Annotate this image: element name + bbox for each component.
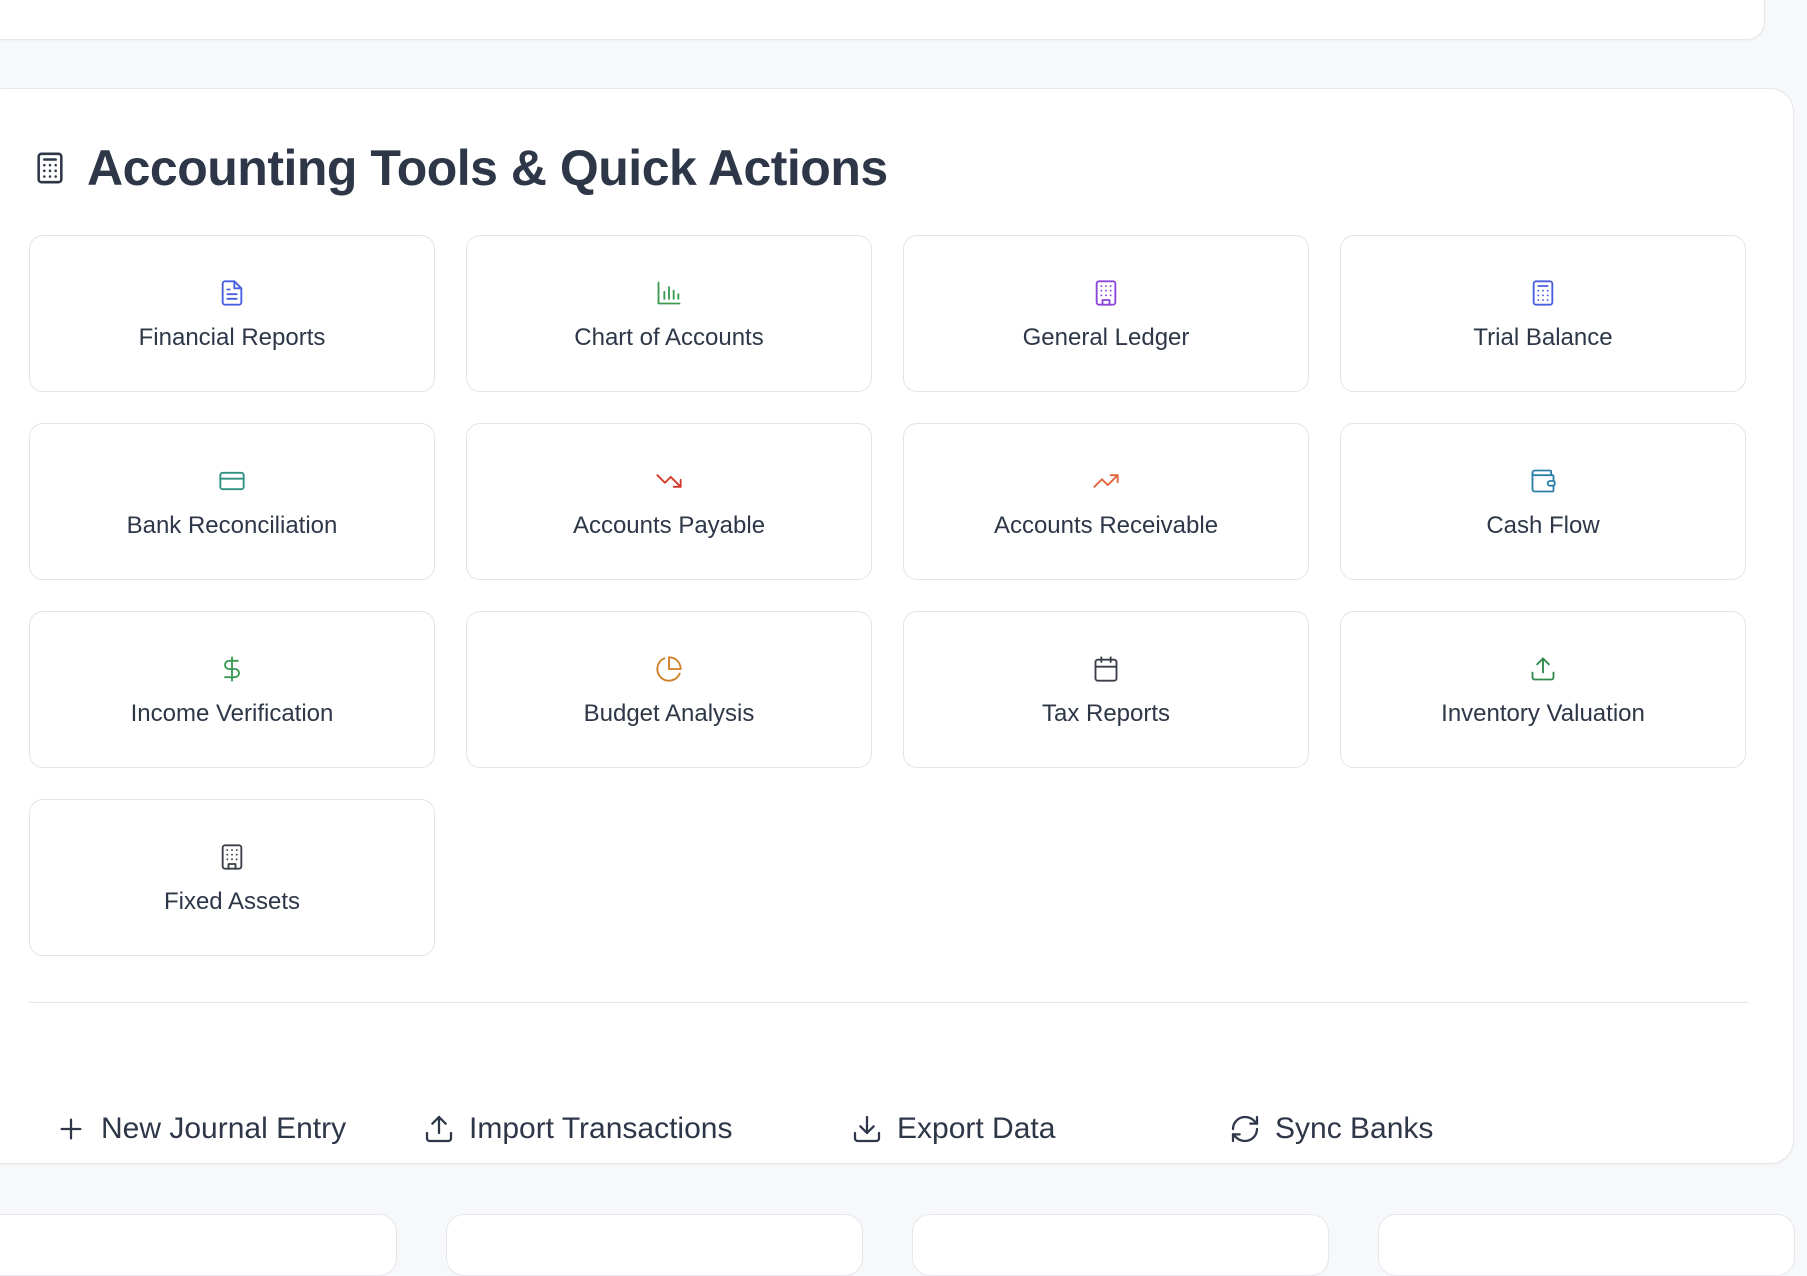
building-icon	[1092, 279, 1120, 307]
file-text-icon	[218, 279, 246, 307]
tools-grid: Financial Reports Chart of Accounts Genera…	[29, 235, 1749, 956]
tool-label: Cash Flow	[1486, 512, 1600, 539]
tool-label: Budget Analysis	[583, 700, 755, 727]
tool-label: Bank Reconciliation	[126, 512, 338, 539]
pie-chart-icon	[655, 655, 683, 683]
refresh-icon	[1229, 1113, 1261, 1145]
tool-card-bank-reconciliation[interactable]: Bank Reconciliation	[29, 423, 435, 580]
tool-card-accounts-payable[interactable]: Accounts Payable	[466, 423, 872, 580]
dollar-sign-icon	[218, 655, 246, 683]
section-header: Accounting Tools & Quick Actions	[33, 133, 888, 203]
action-label: Import Transactions	[469, 1112, 733, 1145]
tool-label: Accounts Payable	[572, 512, 766, 539]
tool-card-income-verification[interactable]: Income Verification	[29, 611, 435, 768]
tool-label: Fixed Assets	[163, 888, 301, 915]
tool-card-accounts-receivable[interactable]: Accounts Receivable	[903, 423, 1309, 580]
new-journal-entry-button[interactable]: New Journal Entry	[55, 1109, 346, 1149]
sync-banks-button[interactable]: Sync Banks	[1229, 1109, 1433, 1149]
top-card	[0, 0, 1765, 40]
building-icon	[218, 843, 246, 871]
tool-label: Chart of Accounts	[574, 324, 764, 351]
tool-card-trial-balance[interactable]: Trial Balance	[1340, 235, 1746, 392]
tool-card-cash-flow[interactable]: Cash Flow	[1340, 423, 1746, 580]
wallet-icon	[1529, 467, 1557, 495]
tool-card-tax-reports[interactable]: Tax Reports	[903, 611, 1309, 768]
bottom-card	[446, 1214, 863, 1276]
tool-card-chart-of-accounts[interactable]: Chart of Accounts	[466, 235, 872, 392]
calculator-icon	[1529, 279, 1557, 307]
tool-label: Financial Reports	[138, 324, 326, 351]
accounting-tools-card: Accounting Tools & Quick Actions Financi…	[0, 88, 1794, 1164]
tool-label: Income Verification	[130, 700, 334, 727]
download-icon	[851, 1113, 883, 1145]
credit-card-icon	[218, 467, 246, 495]
tool-label: Accounts Receivable	[993, 512, 1219, 539]
page-title: Accounting Tools & Quick Actions	[87, 140, 888, 196]
tool-card-inventory-valuation[interactable]: Inventory Valuation	[1340, 611, 1746, 768]
upload-icon	[1529, 655, 1557, 683]
export-data-button[interactable]: Export Data	[851, 1109, 1055, 1149]
trending-down-icon	[655, 467, 683, 495]
plus-icon	[55, 1113, 87, 1145]
bottom-card	[0, 1214, 397, 1276]
bottom-card	[912, 1214, 1329, 1276]
tool-label: General Ledger	[1022, 324, 1190, 351]
action-label: New Journal Entry	[101, 1112, 347, 1145]
tool-card-budget-analysis[interactable]: Budget Analysis	[466, 611, 872, 768]
action-label: Sync Banks	[1275, 1112, 1434, 1145]
tool-card-general-ledger[interactable]: General Ledger	[903, 235, 1309, 392]
tool-card-fixed-assets[interactable]: Fixed Assets	[29, 799, 435, 956]
bar-chart-icon	[655, 279, 683, 307]
bottom-card	[1378, 1214, 1795, 1276]
tool-label: Tax Reports	[1041, 700, 1171, 727]
calendar-icon	[1092, 655, 1120, 683]
trending-up-icon	[1092, 467, 1120, 495]
import-transactions-button[interactable]: Import Transactions	[423, 1109, 732, 1149]
quick-actions-bar: New Journal Entry Import Transactions Expo…	[29, 1109, 1749, 1149]
tool-card-financial-reports[interactable]: Financial Reports	[29, 235, 435, 392]
divider	[29, 1002, 1749, 1003]
upload-icon	[423, 1113, 455, 1145]
tool-label: Trial Balance	[1473, 324, 1613, 351]
action-label: Export Data	[897, 1112, 1056, 1145]
calculator-icon	[33, 150, 67, 186]
tool-label: Inventory Valuation	[1441, 700, 1645, 727]
